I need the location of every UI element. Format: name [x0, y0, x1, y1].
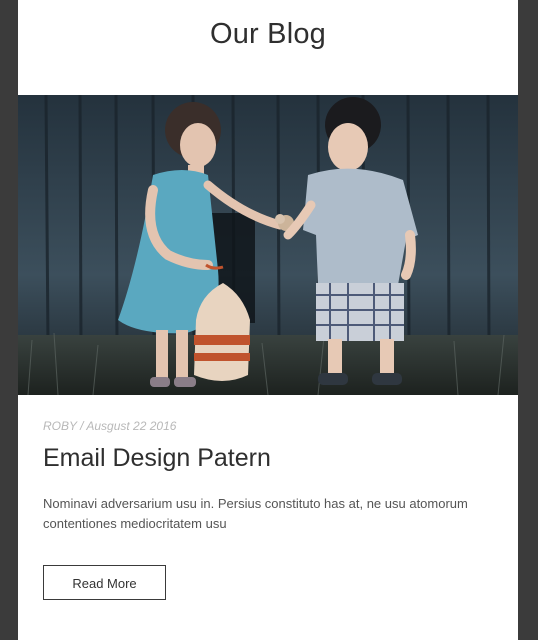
post-meta: ROBY / Ausgust 22 2016: [43, 419, 177, 433]
post-title[interactable]: Email Design Patern: [43, 444, 271, 473]
post-image[interactable]: [18, 95, 518, 395]
read-more-button[interactable]: Read More: [43, 565, 166, 600]
post-excerpt: Nominavi adversarium usu in. Persius con…: [43, 496, 468, 531]
blog-card: Our Blog ROBY / Ausgust 22 2016 Email De…: [18, 0, 518, 640]
page-title: Our Blog: [209, 18, 327, 50]
